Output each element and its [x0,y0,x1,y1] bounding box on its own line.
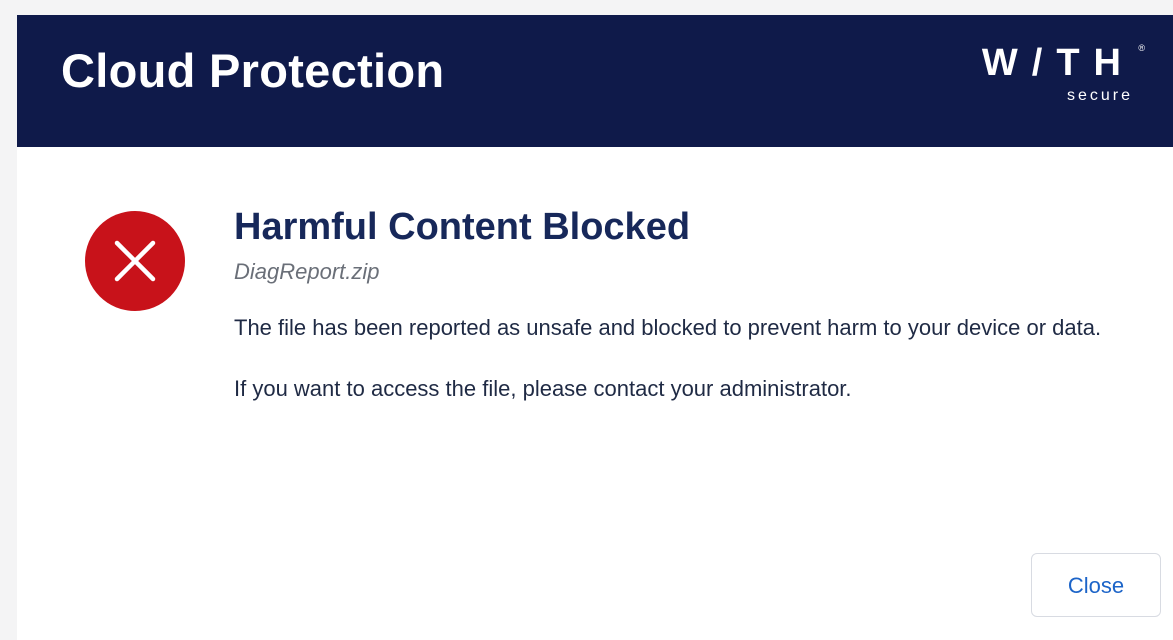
notification-title: Harmful Content Blocked [234,206,691,248]
error-x-circle-icon [85,211,185,311]
app-title: Cloud Protection [61,44,445,97]
close-button[interactable]: Close [1031,553,1161,617]
registered-mark: ® [1138,43,1145,53]
notification-content: Harmful Content Blocked DiagReport.zip T… [234,200,1154,408]
logo-wordmark: W/TH [981,42,1135,84]
cloud-protection-dialog: Cloud Protection W/TH ® secure Harmful C… [17,15,1173,640]
notification-instruction: If you want to access the file, please c… [234,376,852,401]
withsecure-logo: W/TH ® secure [895,41,1145,121]
logo-subtext: secure [1066,87,1133,104]
blocked-filename: DiagReport.zip [234,259,380,284]
dialog-header: Cloud Protection W/TH ® secure [17,15,1173,147]
notification-message: The file has been reported as unsafe and… [234,315,1102,340]
